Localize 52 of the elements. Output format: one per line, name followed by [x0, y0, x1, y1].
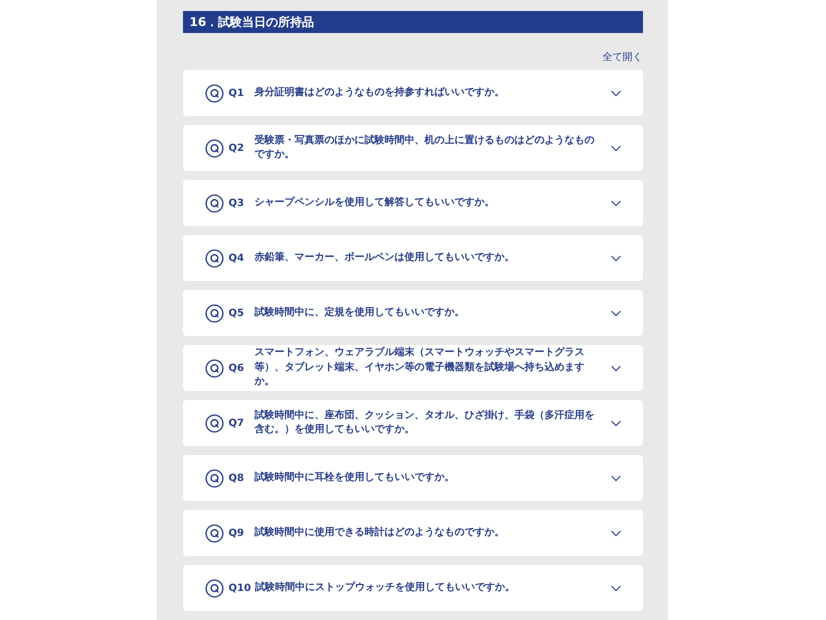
q-icon	[204, 468, 224, 488]
question-text: 試験時間中にストップウォッチを使用してもいいですか。	[254, 580, 516, 595]
question-text: 受験票・写真票のほかに試験時間中、机の上に置けるものはどのようなものですか。	[254, 134, 596, 162]
q-icon	[204, 524, 224, 542]
chevron-icon[interactable]	[610, 364, 620, 372]
chevron-icon[interactable]	[610, 144, 620, 152]
question-number: Q8	[228, 472, 245, 484]
q-icon	[204, 304, 224, 322]
faq-item[interactable]: Q2 受験票・写真票のほかに試験時間中、机の上に置けるものはどのようなものですか。	[182, 125, 642, 171]
chevron-icon[interactable]	[610, 90, 620, 96]
question-number: Q9	[228, 528, 245, 538]
question-text: スマートフォン、ウェアラブル端末（スマートウォッチやスマートグラス等）、タブレット端末、イヤホン等の電子機器類を試験場へ持ち込めますか。	[254, 346, 586, 390]
question-number: Q5	[228, 308, 245, 318]
question-number: Q3	[228, 198, 245, 208]
chevron-icon[interactable]	[610, 530, 620, 536]
faq-item[interactable]: Q6 スマートフォン、ウェアラブル端末（スマートウォッチやスマートグラス等）、タブレット端末、イヤホン等の電子機器類を試験場へ持ち込めますか。	[182, 345, 642, 391]
question-number: Q4	[228, 252, 245, 264]
chevron-icon[interactable]	[610, 474, 620, 482]
faq-item[interactable]: Q9 試験時間中に使用できる時計はどのようなものですか。	[182, 510, 642, 556]
question-text: 試験時間中に耳栓を使用してもいいですか。	[254, 470, 456, 485]
faq-item[interactable]: Q10 試験時間中にストップウォッチを使用してもいいですか。	[182, 565, 642, 611]
chevron-icon[interactable]	[610, 254, 620, 262]
section-heading: 16．試験当日の所持品	[182, 11, 642, 33]
q-icon	[204, 194, 224, 212]
q-icon	[204, 248, 224, 268]
faq-item[interactable]: Q1 身分証明書はどのようなものを持参すればいいですか。	[182, 70, 642, 116]
faq-item[interactable]: Q3 シャープペンシルを使用して解答してもいいですか。	[182, 180, 642, 226]
faq-item[interactable]: Q8 試験時間中に耳栓を使用してもいいですか。	[182, 455, 642, 501]
question-number: Q2	[228, 142, 245, 154]
question-number: Q7	[228, 418, 245, 428]
faq-item[interactable]: Q4 赤鉛筆、マーカー、ボールペンは使用してもいいですか。	[182, 235, 642, 281]
question-text: 赤鉛筆、マーカー、ボールペンは使用してもいいですか。	[254, 250, 516, 265]
question-number: Q10	[228, 582, 251, 594]
faq-item[interactable]: Q7 試験時間中に、座布団、クッション、タオル、ひざ掛け、手袋（多汗症用を含む。）を使用してもいいですか。	[182, 400, 642, 446]
q-icon	[204, 138, 224, 158]
question-text: 試験時間中に、定規を使用してもいいですか。	[254, 306, 466, 320]
q-icon	[204, 578, 224, 598]
question-text: 試験時間中に使用できる時計はどのようなものですか。	[254, 526, 506, 540]
chevron-icon[interactable]	[610, 200, 620, 206]
question-text: 身分証明書はどのようなものを持参すればいいですか。	[254, 86, 506, 100]
chevron-icon[interactable]	[610, 310, 620, 316]
question-text: 試験時間中に、座布団、クッション、タオル、ひざ掛け、手袋（多汗症用を含む。）を使用してもいいですか。	[254, 408, 596, 437]
expand-all-link[interactable]: 全て開く	[602, 52, 642, 70]
q-icon	[204, 358, 224, 378]
question-number: Q1	[228, 88, 245, 98]
faq-item[interactable]: Q5 試験時間中に、定規を使用してもいいですか。	[182, 290, 642, 336]
chevron-icon[interactable]	[610, 420, 620, 426]
q-icon	[204, 84, 224, 102]
q-icon	[204, 414, 224, 432]
question-number: Q6	[228, 362, 245, 374]
chevron-icon[interactable]	[610, 584, 620, 592]
question-text: シャープペンシルを使用して解答してもいいですか。	[254, 196, 496, 210]
